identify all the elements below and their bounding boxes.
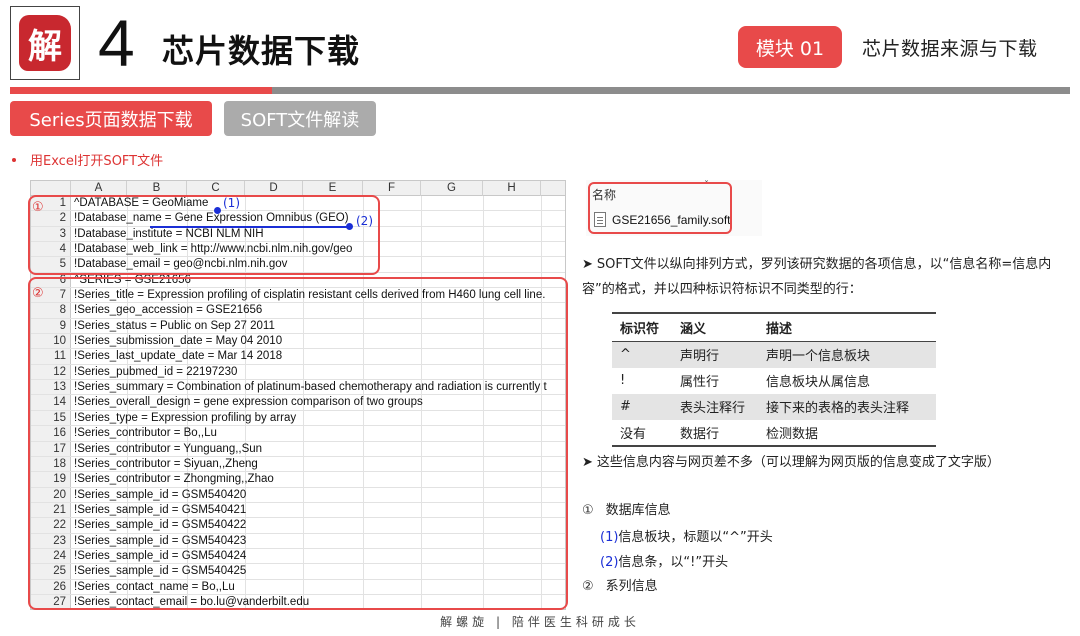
arrow-bullet-icon: ➤ bbox=[582, 455, 593, 470]
tab-soft-reading[interactable]: SOFT文件解读 bbox=[224, 101, 376, 136]
file-explorer-snippet: ˇ 名称 GSE21656_family.soft bbox=[586, 180, 762, 236]
select-all-corner[interactable] bbox=[31, 181, 71, 196]
column-header[interactable]: G bbox=[421, 181, 483, 196]
footer-slogan: 解螺旋 | 陪伴医生科研成长 bbox=[440, 615, 640, 629]
module-title: 芯片数据来源与下载 bbox=[862, 38, 1038, 60]
arrow-bullet-icon: ➤ bbox=[582, 257, 593, 272]
seal-logo-icon: 解 bbox=[19, 15, 71, 71]
chapter-number: 4 bbox=[98, 6, 135, 80]
column-header[interactable]: A bbox=[71, 181, 127, 196]
marker-2: ② bbox=[32, 286, 44, 301]
annotation-2: (2) bbox=[356, 214, 373, 228]
legend-item-1: ① 数据库信息 bbox=[582, 503, 671, 518]
column-header-row: A B C D E F G H bbox=[31, 181, 565, 196]
bullet-dot-icon bbox=[12, 157, 16, 162]
header-divider bbox=[10, 87, 1070, 94]
file-highlight bbox=[588, 182, 732, 234]
table-row: ^ 声明行 声明一个信息板块 bbox=[612, 341, 936, 368]
annotation-dot-icon bbox=[214, 207, 221, 214]
module-badge: 模块 01 bbox=[738, 26, 842, 68]
description-para2: ➤ 这些信息内容与网页差不多（可以理解为网页版的信息变成了文字版） bbox=[582, 450, 1072, 475]
identifier-table: 标识符 涵义 描述 ^ 声明行 声明一个信息板块 ! 属性行 信息板块从属信息 … bbox=[612, 312, 936, 447]
column-header[interactable]: H bbox=[483, 181, 541, 196]
tab-series-download[interactable]: Series页面数据下载 bbox=[10, 101, 212, 136]
table-row: 没有 数据行 检测数据 bbox=[612, 419, 936, 447]
bullet-text: 用Excel打开SOFT文件 bbox=[30, 154, 164, 169]
table-header: 标识符 bbox=[612, 312, 672, 342]
table-header: 涵义 bbox=[672, 312, 758, 342]
logo: 解 bbox=[10, 6, 80, 80]
series-info-highlight bbox=[28, 277, 568, 610]
annotation-dot-icon bbox=[346, 223, 353, 230]
bullet-item: 用Excel打开SOFT文件 bbox=[12, 150, 163, 169]
column-header[interactable]: E bbox=[303, 181, 363, 196]
column-header[interactable]: B bbox=[127, 181, 187, 196]
table-row: ! 属性行 信息板块从属信息 bbox=[620, 373, 871, 390]
chapter-title: 芯片数据下载 bbox=[162, 32, 361, 70]
column-header[interactable]: C bbox=[187, 181, 245, 196]
legend-sub-1: (1)信息板块，标题以“^”开头 bbox=[600, 530, 773, 545]
legend-item-2: ② 系列信息 bbox=[582, 579, 658, 594]
table-header: 描述 bbox=[758, 312, 936, 342]
legend-sub-2: (2)信息条，以“!”开头 bbox=[600, 555, 729, 570]
column-header[interactable]: F bbox=[363, 181, 421, 196]
annotation-1: (1) bbox=[223, 196, 240, 210]
database-info-highlight bbox=[28, 195, 380, 275]
marker-1: ① bbox=[32, 200, 44, 215]
table-row: # 表头注释行 接下来的表格的表头注释 bbox=[612, 393, 936, 420]
annotation-underline bbox=[150, 226, 348, 228]
description-para1: ➤ SOFT文件以纵向排列方式，罗列该研究数据的各项信息，以“信息名称=信息内容”… bbox=[582, 252, 1072, 302]
column-header[interactable]: D bbox=[245, 181, 303, 196]
